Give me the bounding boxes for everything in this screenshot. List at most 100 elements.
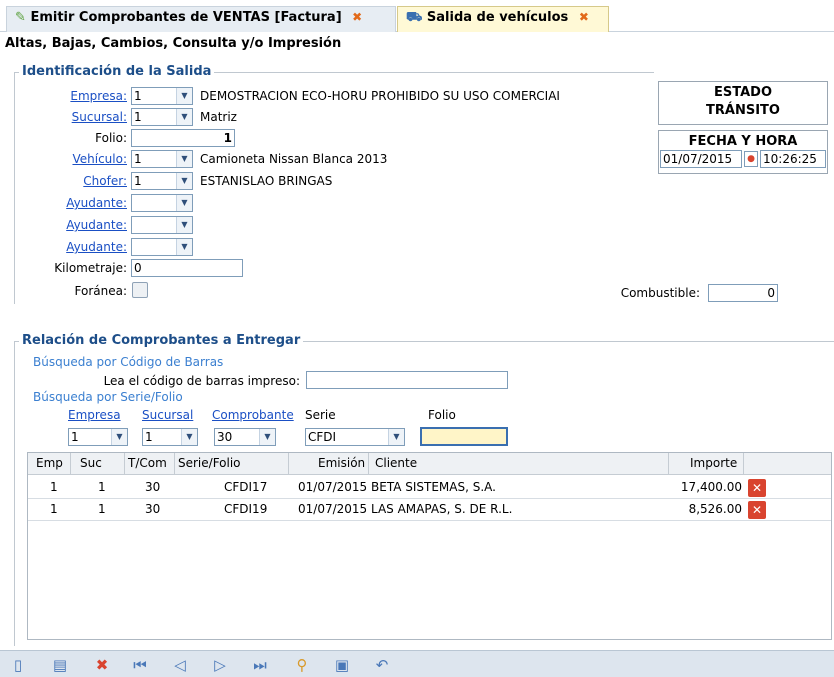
col-separator bbox=[288, 453, 289, 475]
vehiculo-dropdown[interactable]: 1 ▼ bbox=[131, 150, 193, 168]
serie-folio-heading: Búsqueda por Serie/Folio bbox=[33, 390, 183, 404]
col-tcom[interactable]: T/Com bbox=[128, 456, 167, 470]
close-icon[interactable]: ✖ bbox=[579, 10, 589, 24]
sucursal-value: 1 bbox=[134, 110, 142, 124]
chevron-down-icon[interactable]: ▼ bbox=[176, 173, 192, 189]
chofer-description: ESTANISLAO BRINGAS bbox=[200, 174, 333, 188]
chevron-down-icon[interactable]: ▼ bbox=[181, 429, 197, 445]
cell-cliente: BETA SISTEMAS, S.A. bbox=[371, 480, 496, 494]
tab-salida-vehiculos[interactable]: ⛟ Salida de vehículos ✖ bbox=[397, 6, 609, 32]
foranea-checkbox[interactable] bbox=[132, 282, 148, 298]
cell-tcom: 30 bbox=[145, 502, 161, 516]
table-header: Emp Suc T/Com Serie/Folio Emisión Client… bbox=[28, 453, 831, 475]
vehiculo-value: 1 bbox=[134, 152, 142, 166]
chevron-down-icon[interactable]: ▼ bbox=[259, 429, 275, 445]
ayudante-1-link[interactable]: Ayudante: bbox=[40, 196, 127, 210]
comprobante-search-link[interactable]: Comprobante bbox=[212, 408, 294, 422]
save-icon[interactable]: ▣ bbox=[332, 655, 352, 675]
empresa-search-link[interactable]: Empresa bbox=[68, 408, 121, 422]
fecha-input[interactable]: 01/07/2015 bbox=[660, 150, 742, 168]
edit-icon[interactable]: ▤ bbox=[50, 655, 70, 675]
sucursal-search-dropdown[interactable]: 1 ▼ bbox=[142, 428, 198, 446]
chevron-down-icon[interactable]: ▼ bbox=[176, 151, 192, 167]
cell-importe: 17,400.00 bbox=[680, 480, 742, 494]
col-emp[interactable]: Emp bbox=[36, 456, 63, 470]
col-separator bbox=[668, 453, 669, 475]
ayudante-2-link[interactable]: Ayudante: bbox=[40, 218, 127, 232]
delete-row-icon[interactable]: ✕ bbox=[748, 479, 766, 497]
chevron-down-icon[interactable]: ▼ bbox=[176, 109, 192, 125]
table-row[interactable]: 1 1 30 CFDI17 01/07/2015 BETA SISTEMAS, … bbox=[28, 477, 831, 499]
chevron-down-icon[interactable]: ▼ bbox=[176, 195, 192, 211]
delete-icon[interactable]: ✖ bbox=[92, 655, 112, 675]
estado-title: ESTADO bbox=[713, 85, 772, 100]
col-emision[interactable]: Emisión bbox=[318, 456, 365, 470]
ayudante-3-link[interactable]: Ayudante: bbox=[40, 240, 127, 254]
first-record-icon[interactable]: ⏮ bbox=[130, 655, 150, 675]
table-row[interactable]: 1 1 30 CFDI19 01/07/2015 LAS AMAPAS, S. … bbox=[28, 499, 831, 521]
delete-row-icon[interactable]: ✕ bbox=[748, 501, 766, 519]
cell-suc: 1 bbox=[98, 502, 106, 516]
kilometraje-input[interactable]: 0 bbox=[131, 259, 243, 277]
ayudante-1-dropdown[interactable]: ▼ bbox=[131, 194, 193, 212]
search-icon[interactable]: ⚲ bbox=[292, 655, 312, 675]
hora-input[interactable]: 10:26:25 bbox=[760, 150, 826, 168]
relacion-title: Relación de Comprobantes a Entregar bbox=[19, 333, 304, 348]
chofer-link[interactable]: Chofer: bbox=[40, 174, 127, 188]
comprobante-search-dropdown[interactable]: 30 ▼ bbox=[214, 428, 276, 446]
cell-suc: 1 bbox=[98, 480, 106, 494]
vehiculo-link[interactable]: Vehículo: bbox=[40, 152, 127, 166]
tab-label: Emitir Comprobantes de VENTAS [Factura] bbox=[30, 10, 342, 25]
cell-emision: 01/07/2015 bbox=[298, 480, 368, 494]
ayudante-3-dropdown[interactable]: ▼ bbox=[131, 238, 193, 256]
barcode-label: Lea el código de barras impreso: bbox=[103, 374, 300, 388]
folio-input[interactable]: 1 bbox=[131, 129, 235, 147]
vehiculo-description: Camioneta Nissan Blanca 2013 bbox=[200, 152, 388, 166]
tab-emitir-comprobantes[interactable]: ✎ Emitir Comprobantes de VENTAS [Factura… bbox=[6, 6, 396, 32]
undo-icon[interactable]: ↶ bbox=[372, 655, 392, 675]
chevron-down-icon[interactable]: ▼ bbox=[388, 429, 404, 445]
barcode-input[interactable] bbox=[306, 371, 508, 389]
chofer-dropdown[interactable]: 1 ▼ bbox=[131, 172, 193, 190]
col-serie-folio[interactable]: Serie/Folio bbox=[178, 456, 241, 470]
empresa-search-dropdown[interactable]: 1 ▼ bbox=[68, 428, 128, 446]
estado-box: ESTADO TRÁNSITO bbox=[658, 81, 828, 125]
sucursal-link[interactable]: Sucursal: bbox=[40, 110, 127, 124]
combustible-input[interactable]: 0 bbox=[708, 284, 778, 302]
new-icon[interactable]: ▯ bbox=[8, 655, 28, 675]
previous-record-icon[interactable]: ◁ bbox=[170, 655, 190, 675]
fecha-hora-title: FECHA Y HORA bbox=[688, 134, 798, 149]
serie-dropdown[interactable]: CFDI ▼ bbox=[305, 428, 405, 446]
col-cliente[interactable]: Cliente bbox=[375, 456, 417, 470]
chevron-down-icon[interactable]: ▼ bbox=[111, 429, 127, 445]
sucursal-search-link[interactable]: Sucursal bbox=[142, 408, 193, 422]
col-suc[interactable]: Suc bbox=[80, 456, 102, 470]
last-record-icon[interactable]: ⏭ bbox=[250, 655, 270, 675]
sucursal-description: Matriz bbox=[200, 110, 237, 124]
empresa-value: 1 bbox=[134, 89, 142, 103]
empresa-dropdown[interactable]: 1 ▼ bbox=[131, 87, 193, 105]
sucursal-dropdown[interactable]: 1 ▼ bbox=[131, 108, 193, 126]
chevron-down-icon[interactable]: ▼ bbox=[176, 239, 192, 255]
empresa-link[interactable]: Empresa: bbox=[40, 89, 127, 103]
page-subtitle: Altas, Bajas, Cambios, Consulta y/o Impr… bbox=[5, 36, 342, 51]
chevron-down-icon[interactable]: ▼ bbox=[176, 88, 192, 104]
calendar-icon[interactable]: ● bbox=[744, 151, 758, 167]
tab-label: Salida de vehículos bbox=[426, 10, 569, 25]
tab-bar: ✎ Emitir Comprobantes de VENTAS [Factura… bbox=[0, 0, 834, 32]
col-separator bbox=[368, 453, 369, 475]
chevron-down-icon[interactable]: ▼ bbox=[176, 217, 192, 233]
folio-search-label: Folio bbox=[428, 408, 456, 422]
ayudante-2-dropdown[interactable]: ▼ bbox=[131, 216, 193, 234]
folio-search-input[interactable] bbox=[420, 427, 508, 446]
next-record-icon[interactable]: ▷ bbox=[210, 655, 230, 675]
cell-importe: 8,526.00 bbox=[688, 502, 742, 516]
bottom-toolbar: ▯ ▤ ✖ ⏮ ◁ ▷ ⏭ ⚲ ▣ ↶ bbox=[0, 650, 834, 677]
col-importe[interactable]: Importe bbox=[690, 456, 737, 470]
col-separator bbox=[743, 453, 744, 475]
comprobantes-table: Emp Suc T/Com Serie/Folio Emisión Client… bbox=[27, 452, 832, 640]
col-separator bbox=[174, 453, 175, 475]
barcode-heading: Búsqueda por Código de Barras bbox=[33, 355, 224, 369]
cell-tcom: 30 bbox=[145, 480, 161, 494]
close-icon[interactable]: ✖ bbox=[352, 10, 362, 24]
